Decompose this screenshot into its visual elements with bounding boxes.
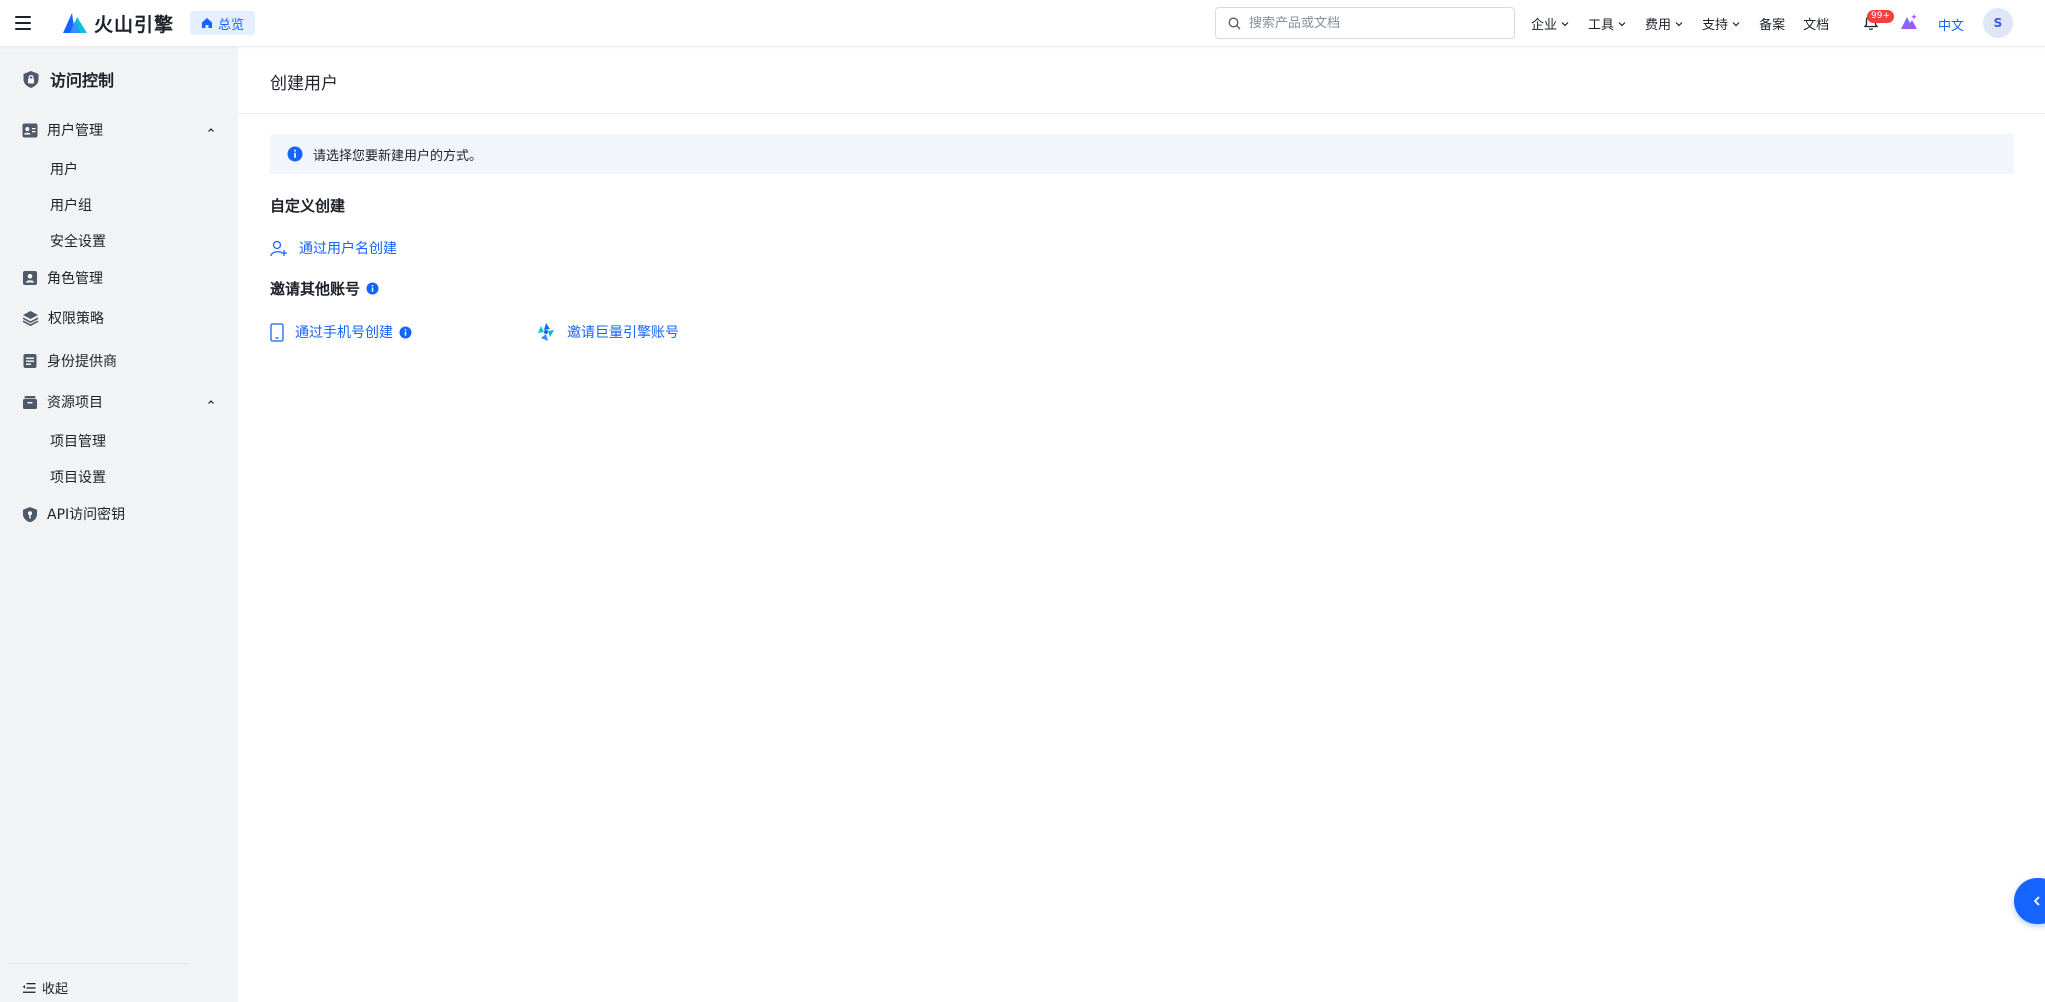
layers-icon [22,311,39,326]
info-alert: 请选择您要新建用户的方式。 [270,134,2014,174]
ai-assistant-icon[interactable] [1899,13,1919,35]
sidebar-item-users[interactable]: 用户 [50,159,78,179]
language-switch[interactable]: 中文 [1938,15,1964,34]
section-title-text: 邀请其他账号 [270,280,361,298]
info-icon[interactable] [399,326,412,339]
info-icon [287,146,303,162]
nav-filing[interactable]: 备案 [1759,14,1785,33]
info-icon[interactable] [366,282,379,295]
user-card-icon [22,123,38,137]
shield-lock-icon [23,70,39,88]
alert-text: 请选择您要新建用户的方式。 [313,148,483,164]
sidebar-group-label: 用户管理 [47,123,103,139]
sidebar-divider [8,963,188,964]
top-bar: 火山引擎 总览 企业 工具 费用 支持 备案 [0,0,2045,47]
nav-tools[interactable]: 工具 [1588,14,1627,33]
sidebar-item-project-settings[interactable]: 项目设置 [50,467,106,487]
chevron-down-icon [1675,21,1683,26]
brand-name: 火山引擎 [94,13,175,36]
sidebar: 访问控制 用户管理 用户 用户组 安全设置 角色管理 权限策略 身份提供商 资源… [0,47,238,1002]
create-by-username-label: 通过用户名创建 [299,241,397,257]
sidebar-item-user-groups[interactable]: 用户组 [50,195,92,215]
sidebar-item-label: 权限策略 [48,311,104,327]
collapse-label: 收起 [42,982,69,997]
resource-box-icon [23,395,37,409]
chevron-up-icon [208,128,214,132]
phone-icon [270,322,284,342]
search-box[interactable] [1215,7,1515,39]
nav-billing-label: 费用 [1645,18,1672,33]
brand[interactable]: 火山引擎 [62,10,174,37]
sidebar-item-permission-policy[interactable]: 权限策略 [22,308,216,328]
search-icon [1228,17,1241,29]
sidebar-item-role-management[interactable]: 角色管理 [22,268,216,288]
sidebar-item-label: 身份提供商 [47,354,117,370]
nav-enterprise-label: 企业 [1531,18,1558,33]
sidebar-group-resource-project[interactable]: 资源项目 [22,392,216,412]
main-content: 创建用户 请选择您要新建用户的方式。 自定义创建 通过用户名创建 邀请其他账号 [238,47,2045,1002]
chevron-left-icon [2033,896,2040,906]
invite-juliang-label: 邀请巨量引擎账号 [567,325,679,341]
create-by-phone-label: 通过手机号创建 [295,325,393,341]
overview-label: 总览 [218,17,245,33]
nav-docs-label: 文档 [1803,18,1830,33]
id-provider-icon [23,354,37,368]
section-title-text: 自定义创建 [270,197,346,215]
page-title: 创建用户 [270,74,338,94]
sidebar-item-project-management[interactable]: 项目管理 [50,431,106,451]
nav-support[interactable]: 支持 [1702,14,1741,33]
notification-badge: 99+ [1867,10,1894,23]
collapse-sidebar-button[interactable]: 收起 [22,978,68,997]
sidebar-title: 访问控制 [22,67,114,91]
nav-tools-label: 工具 [1588,18,1615,33]
nav-enterprise[interactable]: 企业 [1531,14,1570,33]
top-nav: 企业 工具 费用 支持 备案 文档 [1531,0,1847,47]
role-icon [23,271,37,285]
avatar[interactable]: S [1983,8,2013,38]
nav-support-label: 支持 [1702,18,1729,33]
chevron-down-icon [1732,21,1740,26]
chevron-down-icon [1561,21,1569,26]
sidebar-item-api-keys[interactable]: API访问密钥 [22,504,216,524]
section-invite-accounts: 邀请其他账号 [270,278,379,299]
sidebar-group-user-management[interactable]: 用户管理 [22,120,216,140]
sidebar-item-label: API访问密钥 [47,507,126,523]
search-input[interactable] [1249,15,1489,31]
create-by-phone-link[interactable]: 通过手机号创建 [270,322,412,342]
user-add-icon [270,240,287,256]
header-divider [238,113,2045,114]
chevron-up-icon [208,400,214,404]
chevron-down-icon [1618,21,1626,26]
section-custom-create: 自定义创建 [270,195,345,216]
key-shield-icon [23,506,37,522]
home-icon [202,18,213,28]
invite-juliang-account-link[interactable]: 邀请巨量引擎账号 [536,322,679,342]
sidebar-item-security-settings[interactable]: 安全设置 [50,231,106,251]
volcano-logo-icon [63,13,87,33]
collapse-icon [22,982,36,993]
overview-button[interactable]: 总览 [190,11,256,35]
sidebar-title-text: 访问控制 [50,71,115,90]
juliang-logo-icon [538,323,554,341]
sidebar-item-identity-provider[interactable]: 身份提供商 [22,351,216,371]
nav-docs[interactable]: 文档 [1803,14,1829,33]
sidebar-item-label: 角色管理 [47,271,103,287]
menu-icon[interactable] [15,16,31,30]
nav-filing-label: 备案 [1759,18,1786,33]
sidebar-group-label: 资源项目 [47,395,103,411]
create-by-username-link[interactable]: 通过用户名创建 [270,238,397,258]
nav-billing[interactable]: 费用 [1645,14,1684,33]
